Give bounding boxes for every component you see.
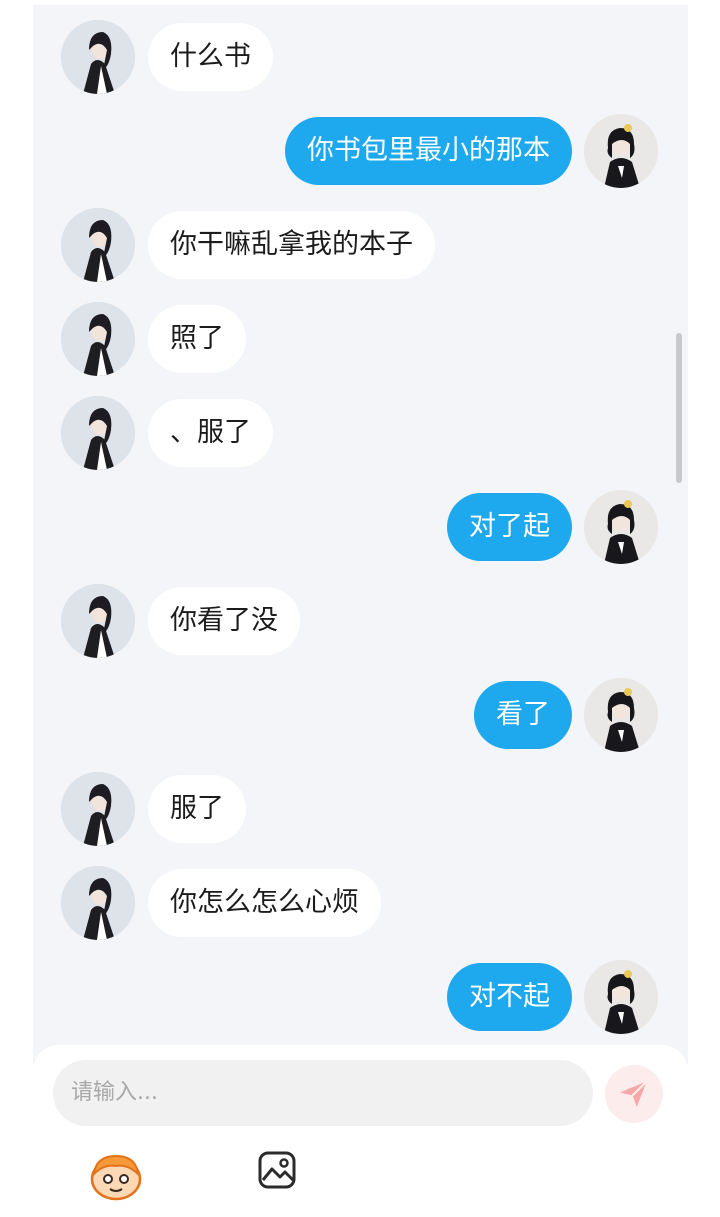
contact-avatar-image <box>61 302 135 376</box>
message-bubble[interactable]: 你干嘛乱拿我的本子 <box>148 211 435 279</box>
outgoing-message: 对不起 <box>33 960 688 1034</box>
contact-avatar-image <box>61 396 135 470</box>
contact-avatar-image <box>61 20 135 94</box>
incoming-message: 照了 <box>33 302 688 376</box>
message-bubble[interactable]: 对了起 <box>447 493 572 561</box>
message-bubble[interactable]: 看了 <box>474 681 572 749</box>
user-avatar-image <box>584 490 658 564</box>
contact-avatar-image <box>61 584 135 658</box>
incoming-message: 你干嘛乱拿我的本子 <box>33 208 688 282</box>
image-icon <box>258 1151 296 1189</box>
message-bubble[interactable]: 对不起 <box>447 963 572 1031</box>
message-bubble[interactable]: 你书包里最小的那本 <box>285 117 572 185</box>
user-avatar[interactable] <box>584 678 658 752</box>
incoming-message: 你看了没 <box>33 584 688 658</box>
contact-avatar[interactable] <box>61 396 135 470</box>
contact-avatar[interactable] <box>61 302 135 376</box>
outgoing-message: 对了起 <box>33 490 688 564</box>
paper-plane-icon <box>619 1080 648 1107</box>
message-bubble[interactable]: 你怎么怎么心烦 <box>148 869 381 937</box>
user-avatar[interactable] <box>584 960 658 1034</box>
contact-avatar[interactable] <box>61 866 135 940</box>
user-avatar-image <box>584 960 658 1034</box>
contact-avatar[interactable] <box>61 208 135 282</box>
chat-message-list[interactable]: 什么书 你书包里最小的那本 你干嘛乱拿我的本子 照了 、服了 对了起 你看了没 … <box>33 5 688 1065</box>
user-avatar[interactable] <box>584 114 658 188</box>
message-bubble[interactable]: 服了 <box>148 775 246 843</box>
user-avatar-image <box>584 678 658 752</box>
contact-avatar-image <box>61 772 135 846</box>
message-bubble[interactable]: 、服了 <box>148 399 273 467</box>
image-button[interactable] <box>257 1150 313 1202</box>
message-bubble[interactable]: 照了 <box>148 305 246 373</box>
sticker-face-icon <box>90 1154 142 1201</box>
incoming-message: 你怎么怎么心烦 <box>33 866 688 940</box>
incoming-message: 服了 <box>33 772 688 846</box>
contact-avatar[interactable] <box>61 584 135 658</box>
message-bubble[interactable]: 什么书 <box>148 23 273 91</box>
user-avatar[interactable] <box>584 490 658 564</box>
contact-avatar-image <box>61 208 135 282</box>
contact-avatar-image <box>61 866 135 940</box>
contact-avatar[interactable] <box>61 772 135 846</box>
contact-avatar[interactable] <box>61 20 135 94</box>
message-composer: 请输入... <box>33 1045 688 1217</box>
outgoing-message: 你书包里最小的那本 <box>33 114 688 188</box>
user-avatar-image <box>584 114 658 188</box>
message-bubble[interactable]: 你看了没 <box>148 587 300 655</box>
chat-scrollbar[interactable] <box>676 333 682 483</box>
sticker-button[interactable] <box>88 1150 144 1202</box>
message-input[interactable]: 请输入... <box>53 1060 593 1126</box>
incoming-message: 、服了 <box>33 396 688 470</box>
send-button[interactable] <box>605 1065 663 1123</box>
incoming-message: 什么书 <box>33 20 688 94</box>
outgoing-message: 看了 <box>33 678 688 752</box>
